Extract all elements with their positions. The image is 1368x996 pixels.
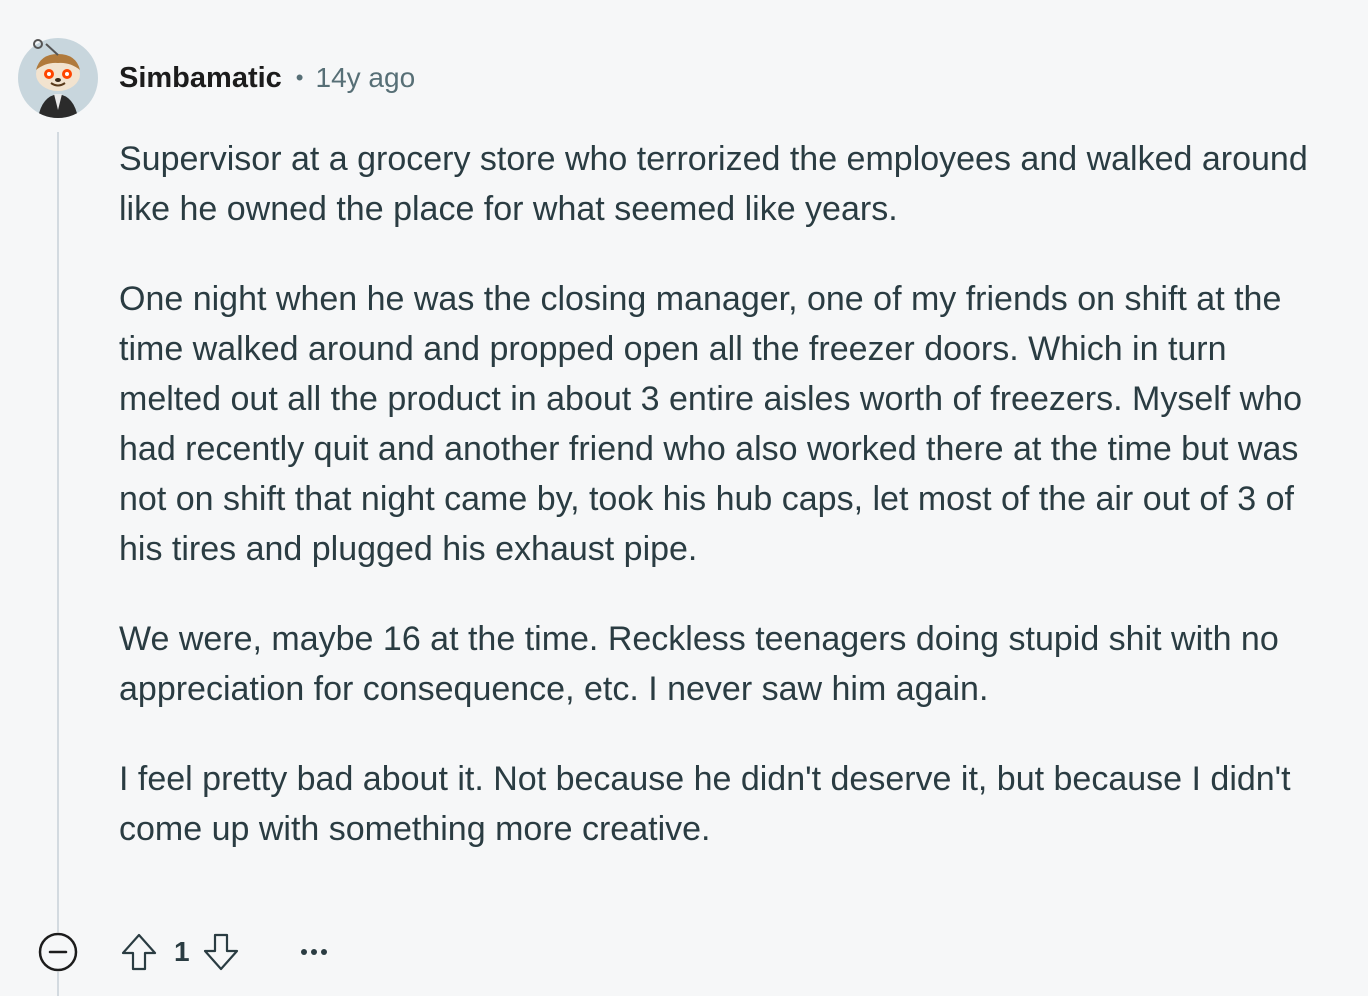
- username-link[interactable]: Simbamatic: [119, 62, 282, 95]
- comment-actions: 1: [36, 928, 334, 976]
- comment-header: Simbamatic • 14y ago: [119, 58, 415, 98]
- collapse-minus-icon: [38, 932, 78, 972]
- user-avatar[interactable]: [18, 38, 98, 118]
- more-options-icon: [300, 949, 327, 955]
- comment-paragraph: We were, maybe 16 at the time. Reckless …: [119, 620, 1279, 708]
- comment-body: Supervisor at a grocery store who terror…: [119, 134, 1319, 894]
- more-options-button[interactable]: [294, 932, 334, 972]
- vote-score: 1: [174, 936, 190, 967]
- meta-separator: •: [295, 65, 304, 90]
- comment-paragraph: I feel pretty bad about it. Not because …: [119, 760, 1291, 848]
- downvote-arrow-icon: [203, 933, 238, 971]
- comment-paragraph: One night when he was the closing manage…: [119, 280, 1303, 568]
- downvote-button[interactable]: [200, 930, 242, 974]
- upvote-button[interactable]: [118, 930, 160, 974]
- timestamp[interactable]: 14y ago: [316, 62, 416, 94]
- collapse-button[interactable]: [36, 930, 80, 974]
- thread-line[interactable]: [57, 132, 59, 932]
- comment-paragraph: Supervisor at a grocery store who terror…: [119, 140, 1308, 228]
- upvote-arrow-icon: [121, 933, 157, 971]
